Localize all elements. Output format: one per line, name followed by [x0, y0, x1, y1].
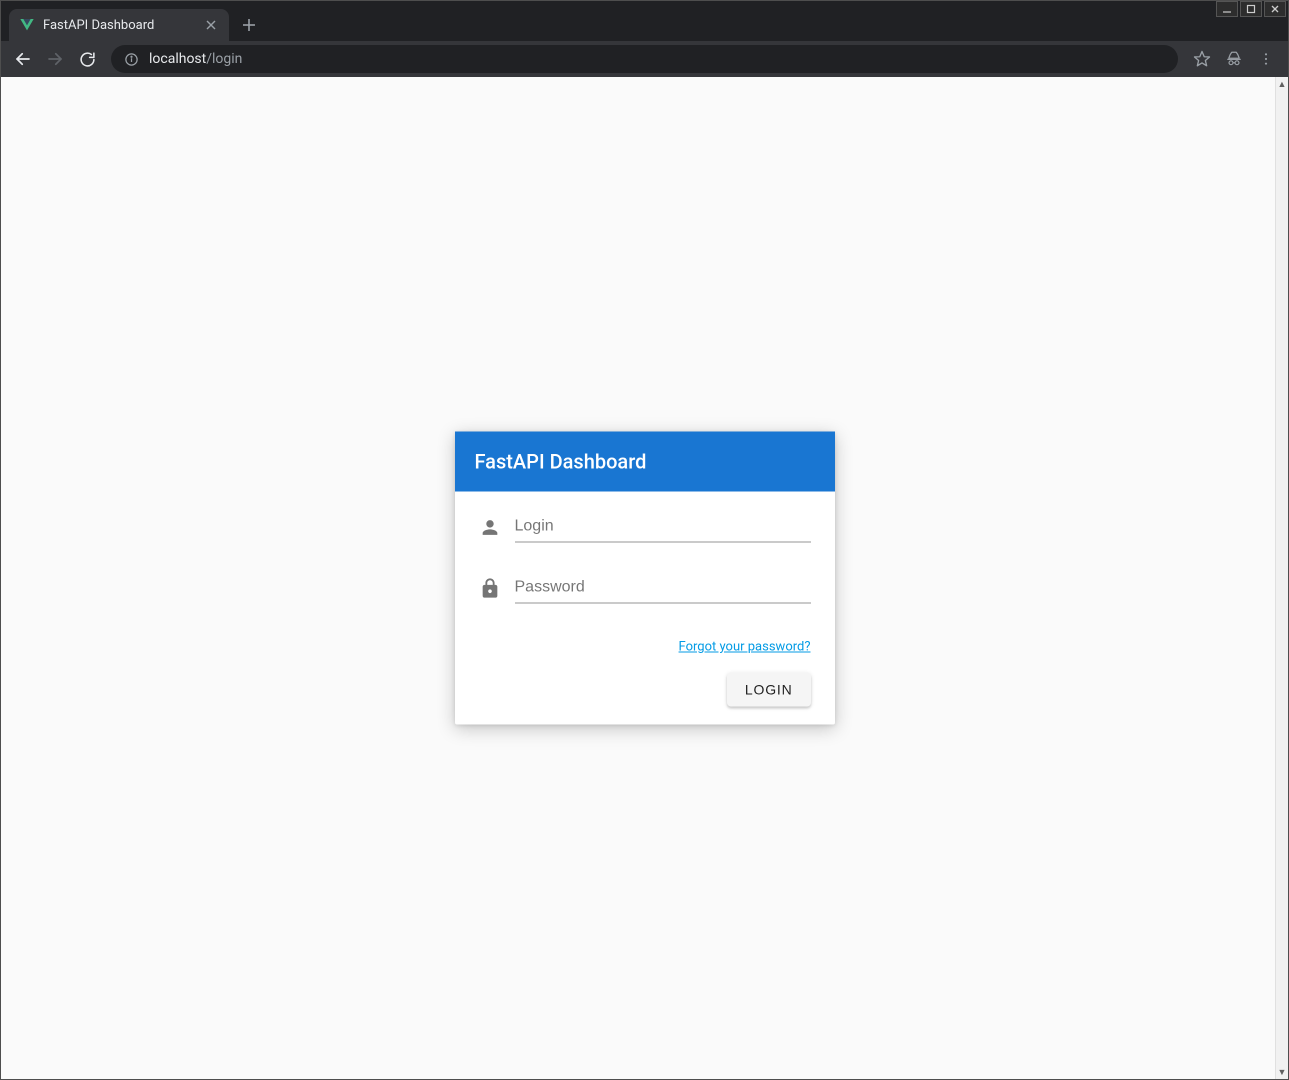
forgot-password-link[interactable]: Forgot your password?	[679, 640, 811, 655]
login-input[interactable]	[515, 514, 811, 543]
password-input-wrap	[515, 575, 811, 604]
new-tab-button[interactable]	[235, 11, 263, 39]
nav-forward-button[interactable]	[41, 45, 69, 73]
forgot-password-row: Forgot your password?	[479, 636, 811, 655]
scrollbar-down-button[interactable]: ▼	[1276, 1065, 1288, 1079]
login-card: FastAPI Dashboard	[455, 432, 835, 725]
window-controls	[1214, 1, 1288, 17]
password-field-row	[479, 575, 811, 604]
login-card-container: FastAPI Dashboard	[455, 432, 835, 725]
login-field-row	[479, 514, 811, 543]
page-content: FastAPI Dashboard	[1, 77, 1288, 1079]
scrollbar-up-button[interactable]: ▲	[1276, 77, 1288, 91]
login-input-wrap	[515, 514, 811, 543]
tab-strip: FastAPI Dashboard	[1, 9, 1288, 41]
tab-title: FastAPI Dashboard	[43, 18, 195, 33]
vertical-scrollbar[interactable]: ▲ ▼	[1275, 77, 1288, 1079]
tab-close-button[interactable]	[203, 17, 219, 33]
url-host: localhost	[149, 51, 206, 67]
browser-menu-button[interactable]	[1252, 45, 1280, 73]
password-input[interactable]	[515, 575, 811, 604]
browser-window: FastAPI Dashboard localhost/login	[0, 0, 1289, 1080]
vue-favicon-icon	[19, 17, 35, 33]
address-bar[interactable]: localhost/login	[111, 45, 1178, 73]
window-titlebar	[1, 1, 1288, 9]
site-info-icon[interactable]	[123, 51, 139, 67]
login-submit-button[interactable]: LOGIN	[727, 673, 811, 707]
page-viewport: ▲ ▼ FastAPI Dashboard	[1, 77, 1288, 1079]
bookmark-star-button[interactable]	[1188, 45, 1216, 73]
login-card-body: Forgot your password? LOGIN	[455, 492, 835, 725]
window-close-button[interactable]	[1264, 1, 1286, 17]
login-actions: LOGIN	[479, 673, 811, 707]
url-path: /login	[206, 51, 242, 67]
nav-back-button[interactable]	[9, 45, 37, 73]
person-icon	[479, 517, 501, 539]
url-text: localhost/login	[149, 51, 242, 67]
incognito-icon[interactable]	[1220, 45, 1248, 73]
lock-icon	[479, 578, 501, 600]
login-card-title: FastAPI Dashboard	[455, 432, 835, 492]
nav-reload-button[interactable]	[73, 45, 101, 73]
window-minimize-button[interactable]	[1216, 1, 1238, 17]
browser-toolbar: localhost/login	[1, 41, 1288, 77]
window-maximize-button[interactable]	[1240, 1, 1262, 17]
browser-tab-active[interactable]: FastAPI Dashboard	[9, 9, 229, 41]
